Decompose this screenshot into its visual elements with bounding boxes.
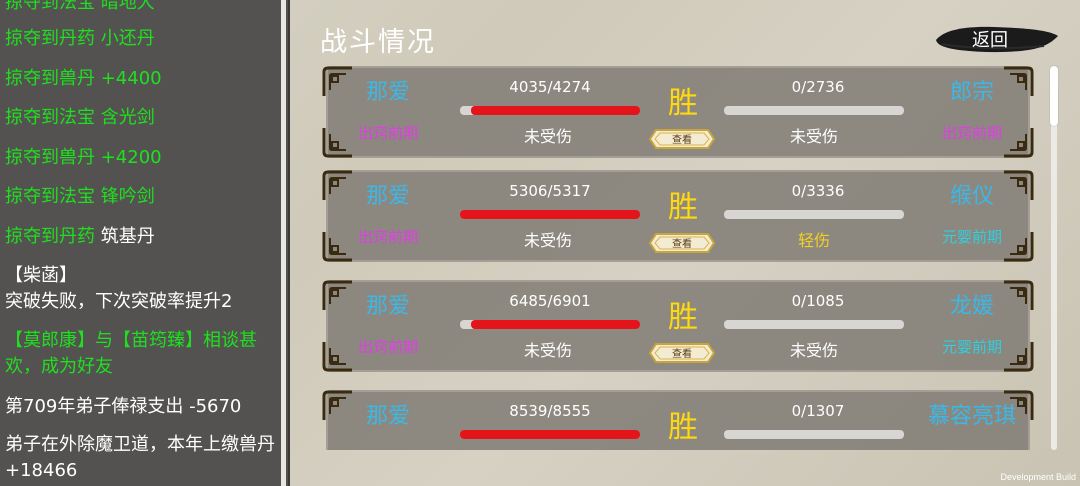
defender-realm: 元婴前期 xyxy=(941,338,1002,356)
log-line: 弟子在外除魔卫道，本年上缴兽丹 +18466 xyxy=(5,434,275,481)
log-line: 掠夺到兽丹 +4400 xyxy=(5,68,162,89)
log-scrollbar[interactable] xyxy=(281,0,286,486)
dev-build-label: Development Build xyxy=(1000,472,1076,482)
defender-status: 未受伤 xyxy=(789,341,838,360)
view-battle-button[interactable]: 查看 xyxy=(648,342,716,364)
battle-result: 胜 xyxy=(668,86,698,121)
corner-ornament-icon xyxy=(1000,448,1036,450)
back-button[interactable]: 返回 xyxy=(934,22,1060,56)
attacker-status: 未受伤 xyxy=(523,127,572,146)
defender-name: 慕容亮琪 xyxy=(927,404,1016,429)
hp-bar-fill xyxy=(460,430,640,439)
attacker-hp-bar xyxy=(460,320,640,329)
battle-result: 胜 xyxy=(668,410,698,445)
attacker-status: 未受伤 xyxy=(523,341,572,360)
defender-hp-bar xyxy=(724,210,904,219)
battle-list[interactable]: 那爱 出窍前期 4035/4274 未受伤 胜 查看 0/2736 未受伤 郎宗… xyxy=(320,66,1048,450)
attacker-name: 那爱 xyxy=(365,184,410,209)
battle-card: 那爱 出窍前期 6485/6901 未受伤 胜 查看 0/1085 未受伤 龙媛… xyxy=(322,280,1034,372)
view-label: 查看 xyxy=(672,349,692,360)
defender-status: 轻伤 xyxy=(797,231,830,250)
defender-name: 龙媛 xyxy=(949,294,994,319)
hp-bar-fill xyxy=(470,320,640,329)
defender-hp: 0/3336 xyxy=(791,182,845,200)
view-label: 查看 xyxy=(672,135,692,146)
attacker-name: 那爱 xyxy=(365,404,410,429)
log-line: 掠夺到丹药 小还丹 xyxy=(5,28,155,49)
attacker-realm: 出窍前期 xyxy=(357,228,418,246)
log-line: 掠夺到法宝 暗地大 xyxy=(5,0,155,13)
defender-hp: 0/1307 xyxy=(791,402,845,420)
view-label: 查看 xyxy=(672,239,692,250)
battle-card: 那爱 出窍前期 5306/5317 未受伤 胜 查看 0/3336 轻伤 缑仪 … xyxy=(322,170,1034,262)
view-battle-button[interactable]: 查看 xyxy=(648,232,716,254)
attacker-hp-bar xyxy=(460,430,640,439)
log-line: 【柴菡】 xyxy=(5,265,77,286)
defender-name: 郎宗 xyxy=(949,80,994,105)
defender-status: 未受伤 xyxy=(789,127,838,146)
attacker-status: 未受伤 xyxy=(523,231,572,250)
defender-hp-bar xyxy=(724,320,904,329)
defender-hp-bar xyxy=(724,430,904,439)
attacker-hp-bar xyxy=(460,106,640,115)
defender-hp-bar xyxy=(724,106,904,115)
battle-card: 那爱 8539/8555 胜 查看 0/1307 慕容亮琪 xyxy=(322,390,1034,450)
attacker-name: 那爱 xyxy=(365,80,410,105)
view-battle-button[interactable]: 查看 xyxy=(648,128,716,150)
battle-result: 胜 xyxy=(668,300,698,335)
battle-list-scrollbar[interactable] xyxy=(1047,66,1060,450)
log-line: 掠夺到丹药 筑基丹 xyxy=(5,224,281,250)
log-segment: 筑基丹 xyxy=(100,226,155,247)
attacker-realm: 出窍前期 xyxy=(357,338,418,356)
log-line: 【莫郎康】与【苗筠臻】相谈甚欢，成为好友 xyxy=(5,330,257,377)
attacker-hp: 6485/6901 xyxy=(509,292,591,310)
defender-realm: 出窍前期 xyxy=(941,124,1002,142)
event-log-panel[interactable]: 掠夺到法宝 暗地大 掠夺到丹药 小还丹 掠夺到兽丹 +4400 掠夺到法宝 含光… xyxy=(0,0,290,486)
log-line: 掠夺到兽丹 +4200 xyxy=(5,147,162,168)
attacker-hp: 5306/5317 xyxy=(509,182,591,200)
scrollbar-thumb[interactable] xyxy=(1050,66,1058,126)
log-line: 掠夺到法宝 锋吟剑 xyxy=(5,186,155,207)
battle-card: 那爱 出窍前期 4035/4274 未受伤 胜 查看 0/2736 未受伤 郎宗… xyxy=(322,66,1034,158)
hp-bar-fill xyxy=(470,106,640,115)
attacker-realm: 出窍前期 xyxy=(357,124,418,142)
corner-ornament-icon xyxy=(320,448,356,450)
attacker-name: 那爱 xyxy=(365,294,410,319)
attacker-hp: 4035/4274 xyxy=(509,78,591,96)
attacker-hp: 8539/8555 xyxy=(509,402,591,420)
log-line: 突破失败，下次突破率提升2 xyxy=(5,291,233,312)
log-line: 第709年弟子俸禄支出 -5670 xyxy=(5,396,242,417)
battle-result: 胜 xyxy=(668,190,698,225)
defender-hp: 0/2736 xyxy=(791,78,845,96)
log-segment: 掠夺到丹药 xyxy=(5,226,101,247)
defender-name: 缑仪 xyxy=(949,184,994,209)
defender-realm: 元婴前期 xyxy=(941,228,1002,246)
hp-bar-fill xyxy=(460,210,640,219)
defender-hp: 0/1085 xyxy=(791,292,845,310)
page-title: 战斗情况 xyxy=(320,27,436,58)
back-label: 返回 xyxy=(972,30,1008,51)
attacker-hp-bar xyxy=(460,210,640,219)
log-line: 掠夺到法宝 含光剑 xyxy=(5,107,155,128)
